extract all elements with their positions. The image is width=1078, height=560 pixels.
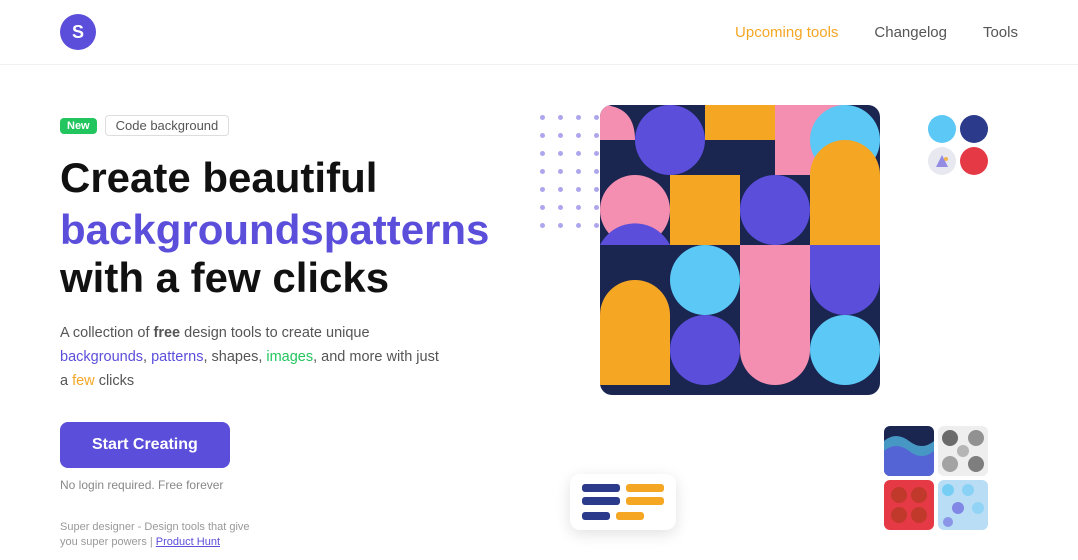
mini-bar-2 bbox=[626, 484, 664, 492]
mini-bar-6 bbox=[616, 512, 644, 520]
badge-label: Code background bbox=[105, 115, 230, 136]
mini-card-2 bbox=[938, 426, 988, 476]
nav-upcoming-tools[interactable]: Upcoming tools bbox=[735, 24, 838, 41]
hero-title-line1: Create beautiful bbox=[60, 154, 520, 202]
hero-right bbox=[520, 105, 1018, 560]
mini-bar-4 bbox=[626, 497, 664, 505]
logo-letter: S bbox=[72, 22, 84, 43]
badge-new: New bbox=[60, 118, 97, 134]
mini-pattern-cards bbox=[884, 426, 988, 530]
hero-title-line2: with a few clicks bbox=[60, 254, 520, 302]
logo[interactable]: S bbox=[60, 14, 96, 50]
mini-bar-3 bbox=[582, 497, 620, 505]
badge-row: New Code background bbox=[60, 115, 520, 136]
pattern-preview-card bbox=[600, 105, 880, 395]
mini-card-1 bbox=[884, 426, 934, 476]
nav-changelog[interactable]: Changelog bbox=[874, 24, 947, 41]
nav-links: Upcoming tools Changelog Tools bbox=[735, 24, 1018, 41]
hero-left: New Code background Create beautiful bac… bbox=[60, 105, 520, 560]
swatch-light bbox=[928, 147, 956, 175]
hero-title-colored: backgroundspatterns bbox=[60, 206, 520, 254]
nav-tools[interactable]: Tools bbox=[983, 24, 1018, 41]
hero-colored-text: backgroundspatterns bbox=[60, 206, 489, 253]
start-creating-button[interactable]: Start Creating bbox=[60, 422, 230, 468]
mini-tool-card bbox=[570, 474, 676, 530]
product-hunt-badge: Super designer - Design tools that give … bbox=[60, 520, 260, 551]
no-login-text: No login required. Free forever bbox=[60, 478, 520, 492]
product-hunt-text: Super designer - Design tools that give … bbox=[60, 521, 250, 548]
swatch-red bbox=[960, 147, 988, 175]
swatch-darkblue bbox=[960, 115, 988, 143]
mini-bar-5 bbox=[582, 512, 610, 520]
mini-bar-1 bbox=[582, 484, 620, 492]
navbar: S Upcoming tools Changelog Tools bbox=[0, 0, 1078, 65]
swatch-blue bbox=[928, 115, 956, 143]
mini-card-3 bbox=[884, 480, 934, 530]
main-content: New Code background Create beautiful bac… bbox=[0, 65, 1078, 560]
mini-card-4 bbox=[938, 480, 988, 530]
hero-description: A collection of free design tools to cre… bbox=[60, 322, 440, 394]
color-swatches bbox=[928, 115, 988, 175]
product-hunt-link[interactable]: Product Hunt bbox=[156, 536, 220, 548]
